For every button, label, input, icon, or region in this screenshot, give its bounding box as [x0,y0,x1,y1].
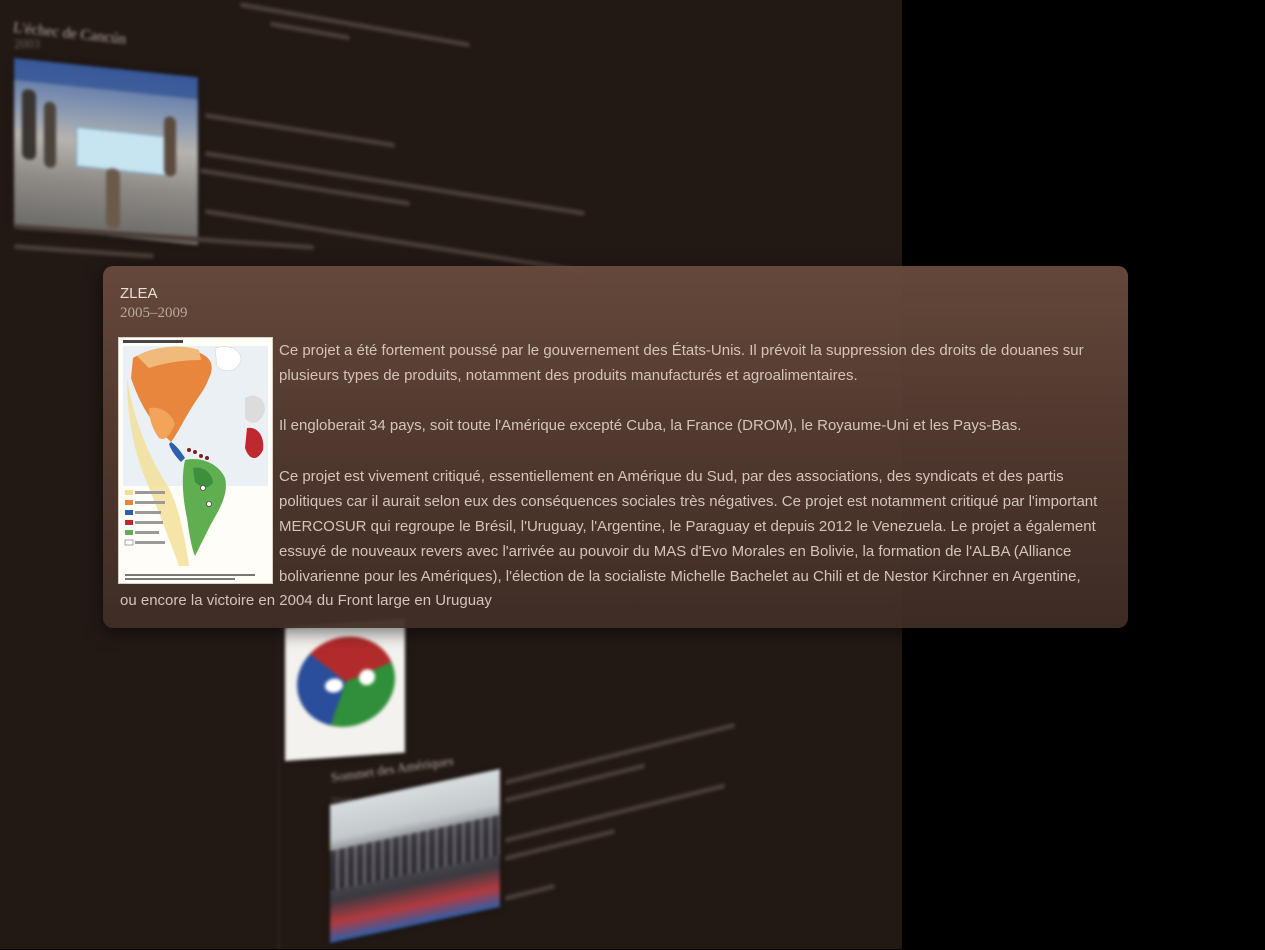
event-detail-card[interactable]: ZLEA 2005–2009 Ce projet a été fortement… [103,266,1128,628]
timeline-vertical-line [278,620,280,950]
timeline-lower-section: Sommet des Amériques 2009 [0,600,902,950]
card-title: ZLEA [120,285,158,302]
timeline-item-cancun[interactable]: L'échec de Cancún 2003 [0,0,902,274]
timeline-item-date: 2003 [14,36,40,51]
card-paragraph-4: ou encore la victoire en 2004 du Front l… [120,592,492,609]
map-float-spacer [103,338,279,588]
summit-text-lines [505,660,745,901]
summit-photo [330,768,500,943]
card-body: Ce projet a été fortement poussé par le … [103,338,1113,613]
summit-title[interactable]: Sommet des Amériques [330,753,455,786]
top-lines [240,0,490,74]
cancun-photo [14,58,198,246]
card-date: 2005–2009 [120,305,188,321]
alliance-logo [285,618,405,761]
